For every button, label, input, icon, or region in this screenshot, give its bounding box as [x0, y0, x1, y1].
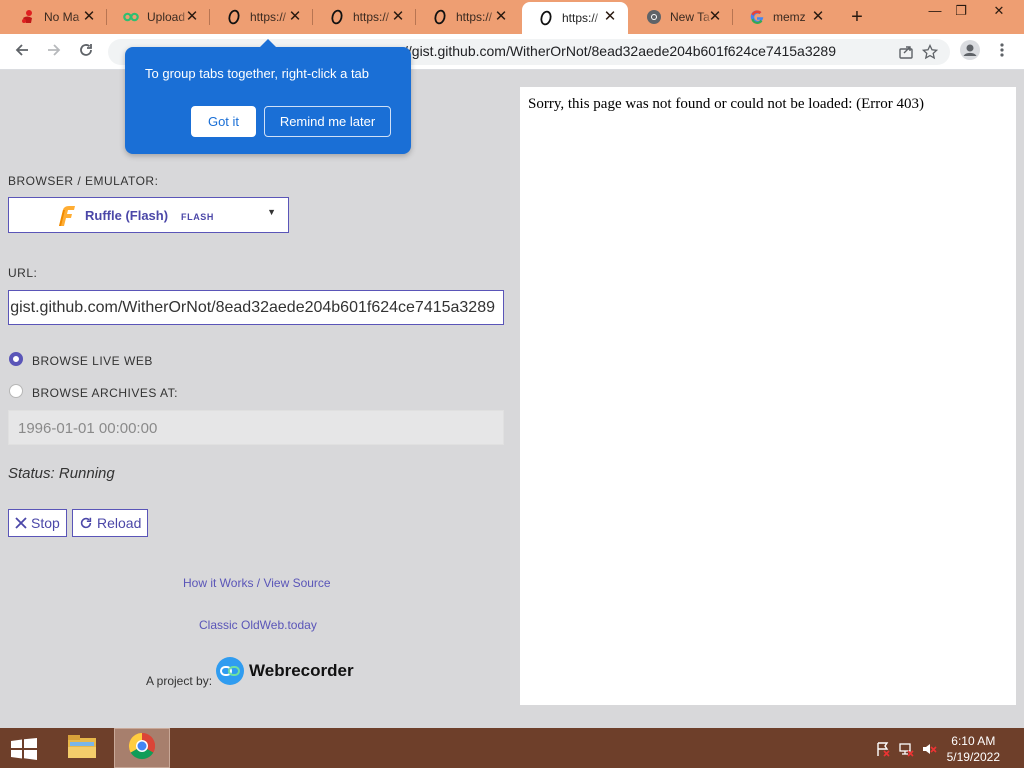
minimize-button[interactable]: —	[922, 2, 948, 20]
tab-memz[interactable]: memz ✕	[733, 0, 836, 34]
close-tab-icon[interactable]: ✕	[287, 9, 303, 25]
close-window-button[interactable]: ✕	[986, 2, 1012, 20]
webrecorder-name[interactable]: Webrecorder	[249, 661, 354, 681]
green-glasses-icon	[123, 9, 139, 25]
tab-https-1[interactable]: https:// ✕	[210, 0, 313, 34]
emulator-tag: FLASH	[181, 212, 214, 222]
oldweb-o-icon	[226, 9, 242, 25]
live-web-radio[interactable]	[9, 352, 23, 366]
close-icon	[15, 517, 27, 529]
taskbar-chrome[interactable]	[114, 728, 170, 768]
kebab-menu-icon	[1000, 42, 1004, 63]
reload-label: Reload	[97, 515, 142, 531]
oldweb-o-icon	[432, 9, 448, 25]
close-tab-icon[interactable]: ✕	[493, 9, 509, 25]
ruffle-logo-icon	[55, 204, 77, 228]
menu-button[interactable]	[990, 41, 1014, 63]
reload-page-button[interactable]	[74, 41, 98, 63]
oldweb-o-icon	[538, 10, 554, 26]
chrome-icon	[646, 9, 662, 25]
close-tab-icon[interactable]: ✕	[390, 9, 406, 25]
tab-upload[interactable]: Upload ✕	[107, 0, 210, 34]
action-center-flag-icon[interactable]	[875, 741, 891, 757]
tab-strip: No Ma ✕ Upload ✕ https:// ✕ https:// ✕ h…	[0, 0, 1024, 34]
chrome-icon	[128, 732, 156, 765]
tab-title: https://	[562, 11, 599, 25]
new-tab-button[interactable]: +	[846, 7, 868, 27]
error-message: Sorry, this page was not found or could …	[528, 96, 925, 112]
emulator-label: BROWSER / EMULATOR:	[8, 174, 159, 188]
windows-logo-icon	[9, 738, 39, 764]
live-web-label: BROWSE LIVE WEB	[32, 354, 153, 368]
reload-button[interactable]: Reload	[72, 509, 149, 537]
volume-muted-icon[interactable]	[921, 741, 937, 757]
emulator-name: Ruffle (Flash)	[85, 208, 169, 223]
back-button[interactable]	[10, 41, 34, 63]
address-url: //gist.github.com/WitherOrNot/8ead32aede…	[404, 43, 836, 59]
stop-button[interactable]: Stop	[8, 509, 67, 537]
bookmark-star-icon[interactable]	[921, 43, 939, 65]
close-tab-icon[interactable]: ✕	[707, 9, 723, 25]
restore-button[interactable]: ❐	[948, 2, 974, 20]
google-g-icon	[749, 9, 765, 25]
oldweb-o-icon	[329, 9, 345, 25]
clock-date: 5/19/2022	[946, 750, 1000, 764]
stop-label: Stop	[31, 515, 60, 531]
emulated-browser-frame[interactable]: Sorry, this page was not found or could …	[520, 87, 1016, 705]
start-button[interactable]	[9, 738, 39, 760]
tab-https-3[interactable]: https:// ✕	[416, 0, 519, 34]
url-field-value: gist.github.com/WitherOrNot/8ead32aede20…	[10, 299, 495, 316]
project-label: A project by:	[146, 674, 213, 688]
close-tab-icon[interactable]: ✕	[184, 9, 200, 25]
avatar-icon	[960, 39, 980, 65]
remind-later-button[interactable]: Remind me later	[264, 106, 391, 137]
archive-date-field[interactable]: 1996-01-01 00:00:00	[8, 410, 504, 445]
clock-time: 6:10 AM	[951, 734, 996, 748]
red-figure-icon	[20, 9, 36, 25]
refresh-icon	[79, 516, 93, 530]
status-text: Status: Running	[8, 465, 115, 482]
tab-new-tab[interactable]: New Ta ✕	[630, 0, 733, 34]
chevron-down-icon: ▼	[267, 207, 276, 217]
taskbar-file-explorer[interactable]	[54, 728, 110, 768]
emulator-select[interactable]: Ruffle (Flash) FLASH ▼	[8, 197, 289, 233]
network-icon[interactable]	[898, 741, 914, 757]
arrow-left-icon	[14, 42, 30, 63]
url-field[interactable]: gist.github.com/WitherOrNot/8ead32aede20…	[8, 290, 504, 325]
address-path: //gist.github.com/WitherOrNot/8ead32aede…	[404, 43, 836, 59]
profile-button[interactable]	[958, 39, 982, 65]
close-tab-icon[interactable]: ✕	[81, 9, 97, 25]
archives-label: BROWSE ARCHIVES AT:	[32, 386, 178, 400]
url-label: URL:	[8, 266, 38, 280]
popup-message: To group tabs together, right-click a ta…	[145, 66, 370, 81]
share-icon[interactable]	[898, 44, 914, 65]
close-tab-icon[interactable]: ✕	[602, 9, 618, 25]
how-it-works-link[interactable]: How it Works / View Source	[183, 576, 331, 590]
got-it-button[interactable]: Got it	[191, 106, 256, 137]
file-explorer-icon	[66, 732, 98, 765]
classic-oldweb-link[interactable]: Classic OldWeb.today	[199, 618, 317, 632]
archives-radio[interactable]	[9, 384, 23, 398]
webrecorder-logo-icon[interactable]	[216, 657, 244, 685]
forward-button[interactable]	[42, 41, 66, 63]
tab-group-tip-popup: To group tabs together, right-click a ta…	[125, 39, 411, 154]
tab-no-ma[interactable]: No Ma ✕	[4, 0, 107, 34]
taskbar: 6:10 AM 5/19/2022	[0, 728, 1024, 768]
popup-arrow	[260, 39, 276, 47]
arrow-right-icon	[46, 42, 62, 63]
close-tab-icon[interactable]: ✕	[810, 9, 826, 25]
tab-https-2[interactable]: https:// ✕	[313, 0, 416, 34]
system-clock[interactable]: 6:10 AM 5/19/2022	[947, 733, 1000, 765]
refresh-icon	[78, 42, 94, 63]
tab-https-active[interactable]: https:// ✕	[522, 2, 628, 34]
